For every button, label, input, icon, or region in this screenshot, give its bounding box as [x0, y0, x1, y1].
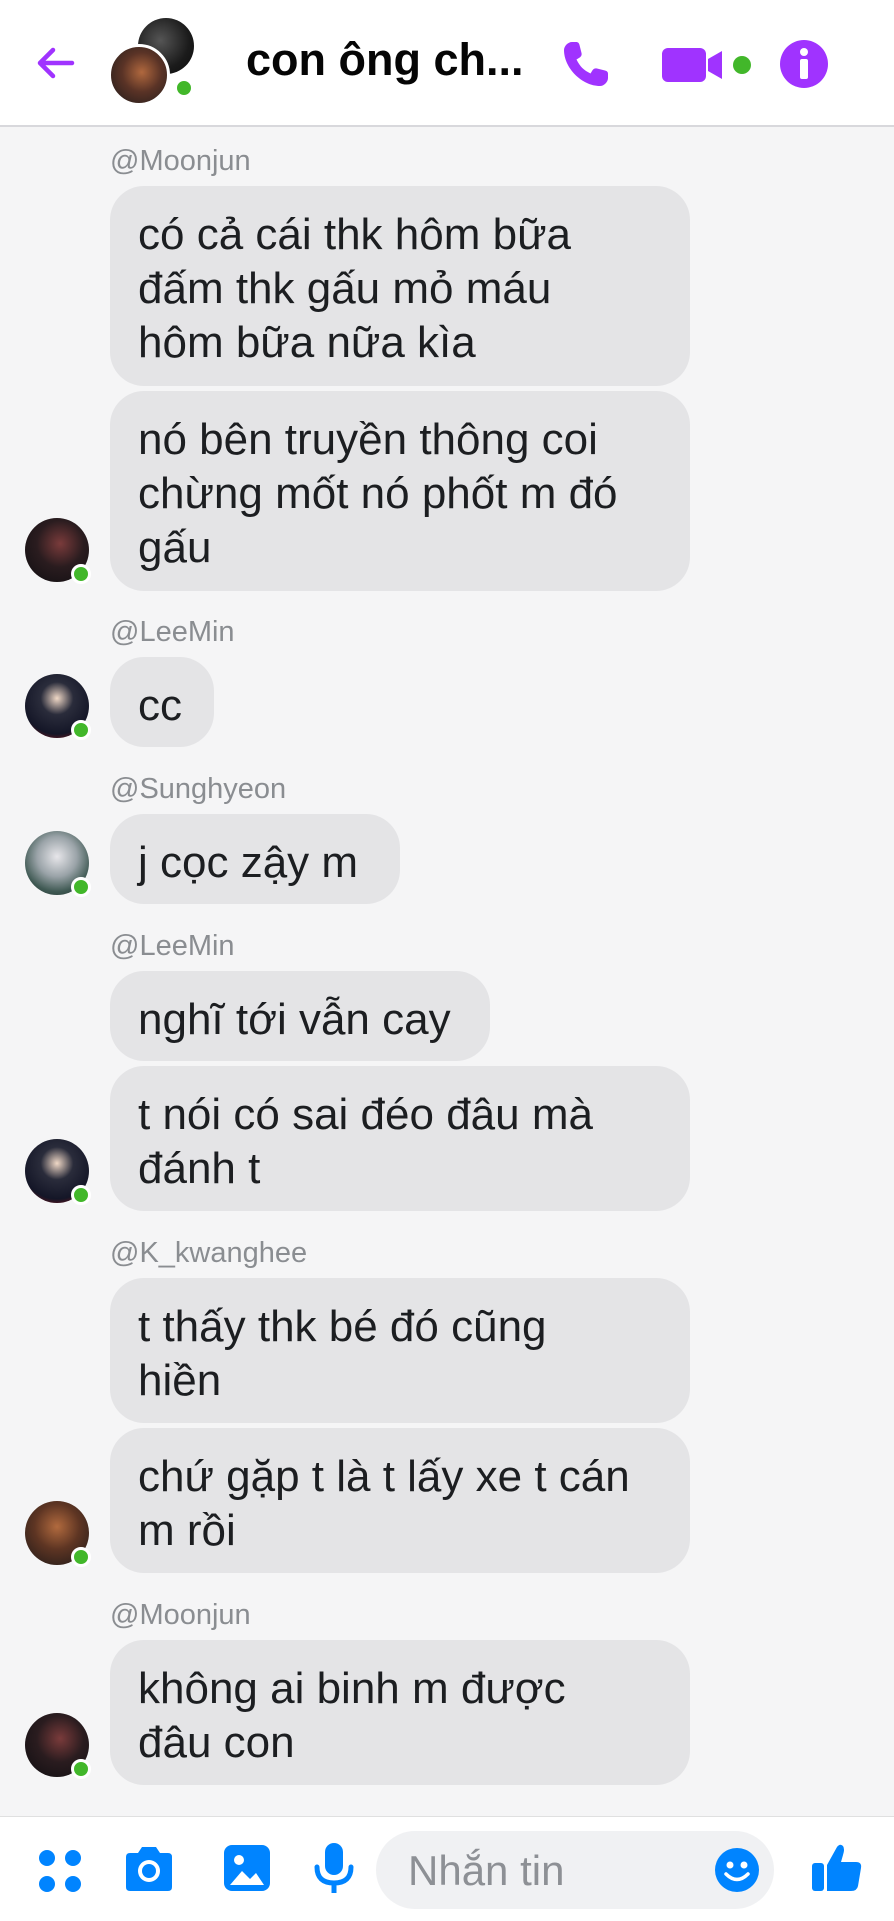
message-bubble[interactable]: j cọc zậy m [110, 814, 400, 904]
online-indicator [71, 877, 91, 897]
avatar[interactable] [25, 674, 91, 740]
sender-name: @K_kwanghee [110, 1237, 308, 1269]
message-bubble[interactable]: t nói có sai đéo đâu mà đánh t [110, 1066, 690, 1211]
message-bubble[interactable]: cc [110, 657, 214, 747]
message-bubble[interactable]: nó bên truyền thông coi chừng mốt nó phố… [110, 391, 690, 591]
message-bubble[interactable]: t thấy thk bé đó cũng hiền [110, 1278, 690, 1423]
phone-icon[interactable] [558, 38, 612, 92]
message-text: t thấy thk bé đó cũng hiền [138, 1302, 547, 1405]
conversation-title[interactable]: con ông ch... [246, 34, 524, 86]
video-camera-icon[interactable] [662, 40, 756, 90]
online-indicator [174, 78, 194, 98]
message-bubble[interactable]: có cả cái thk hôm bữa đấm thk gấu mỏ máu… [110, 186, 690, 386]
sender-name: @LeeMin [110, 616, 235, 648]
message-text: j cọc zậy m [138, 838, 359, 887]
chat-header: con ông ch... [0, 0, 894, 127]
avatar [108, 44, 170, 106]
back-arrow-icon[interactable] [34, 42, 76, 84]
sender-name: @Moonjun [110, 145, 251, 177]
sender-name: @Sunghyeon [110, 773, 287, 805]
avatar[interactable] [25, 518, 91, 584]
online-indicator [71, 1547, 91, 1567]
message-text: nó bên truyền thông coi chừng mốt nó phố… [138, 415, 618, 572]
group-avatar[interactable] [108, 18, 198, 106]
sender-name: @Moonjun [110, 1599, 251, 1631]
avatar[interactable] [25, 1713, 91, 1779]
avatar[interactable] [25, 1501, 91, 1567]
online-indicator [71, 1185, 91, 1205]
camera-icon[interactable] [122, 1845, 176, 1893]
message-text: chứ gặp t là t lấy xe t cán m rồi [138, 1452, 630, 1555]
message-bubble[interactable]: nghĩ tới vẫn cay [110, 971, 490, 1061]
emoji-icon[interactable] [714, 1847, 760, 1893]
avatar[interactable] [25, 1139, 91, 1205]
info-icon[interactable] [778, 38, 830, 90]
sender-name: @LeeMin [110, 930, 235, 962]
avatar[interactable] [25, 831, 91, 897]
apps-grid-icon[interactable] [36, 1847, 84, 1895]
microphone-icon[interactable] [312, 1841, 356, 1897]
message-text: nghĩ tới vẫn cay [138, 995, 451, 1044]
online-indicator [71, 720, 91, 740]
message-text-field[interactable] [406, 1831, 670, 1911]
message-bubble[interactable]: không ai binh m được đâu con [110, 1640, 690, 1785]
message-text: cc [138, 681, 182, 730]
message-text: có cả cái thk hôm bữa đấm thk gấu mỏ máu… [138, 210, 571, 367]
message-composer [0, 1816, 894, 1921]
online-indicator [71, 1759, 91, 1779]
gallery-icon[interactable] [222, 1843, 272, 1893]
thumbs-up-icon[interactable] [810, 1841, 864, 1895]
message-text: t nói có sai đéo đâu mà đánh t [138, 1090, 593, 1193]
message-bubble[interactable]: chứ gặp t là t lấy xe t cán m rồi [110, 1428, 690, 1573]
online-indicator [71, 564, 91, 584]
message-text: không ai binh m được đâu con [138, 1664, 566, 1767]
